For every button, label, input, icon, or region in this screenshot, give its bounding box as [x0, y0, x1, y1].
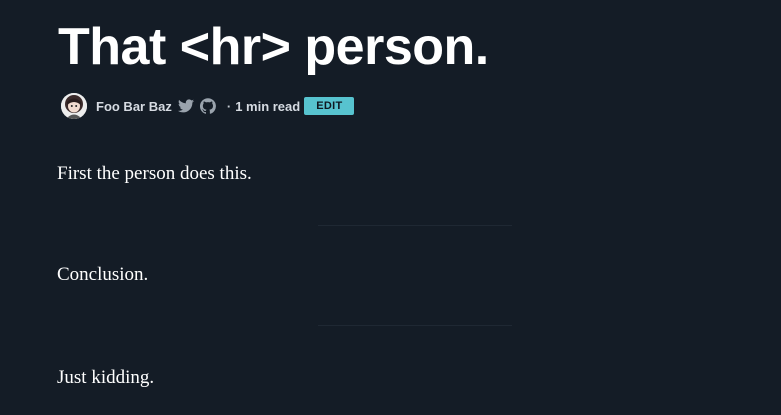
twitter-icon-glyph [177, 99, 194, 113]
author-name[interactable]: Foo Bar Baz [96, 99, 172, 114]
horizontal-rule-1 [318, 225, 512, 226]
github-icon-glyph [199, 98, 216, 114]
edit-button[interactable]: EDIT [304, 97, 355, 115]
paragraph-1: First the person does this. [57, 163, 252, 184]
post-title: That <hr> person. [58, 18, 489, 76]
horizontal-rule-2 [318, 325, 512, 326]
post-meta: Foo Bar Baz · 1 min read EDIT [61, 93, 355, 119]
meta-separator: · [226, 98, 232, 114]
twitter-icon[interactable] [177, 97, 195, 115]
paragraph-2: Conclusion. [57, 264, 149, 285]
paragraph-3: Just kidding. [57, 367, 155, 388]
post-page: That <hr> person. Foo Bar Baz · 1 min re… [0, 0, 781, 415]
github-icon[interactable] [199, 97, 217, 115]
read-time: 1 min read [235, 98, 301, 114]
avatar[interactable] [61, 93, 87, 119]
avatar-image [61, 93, 87, 119]
